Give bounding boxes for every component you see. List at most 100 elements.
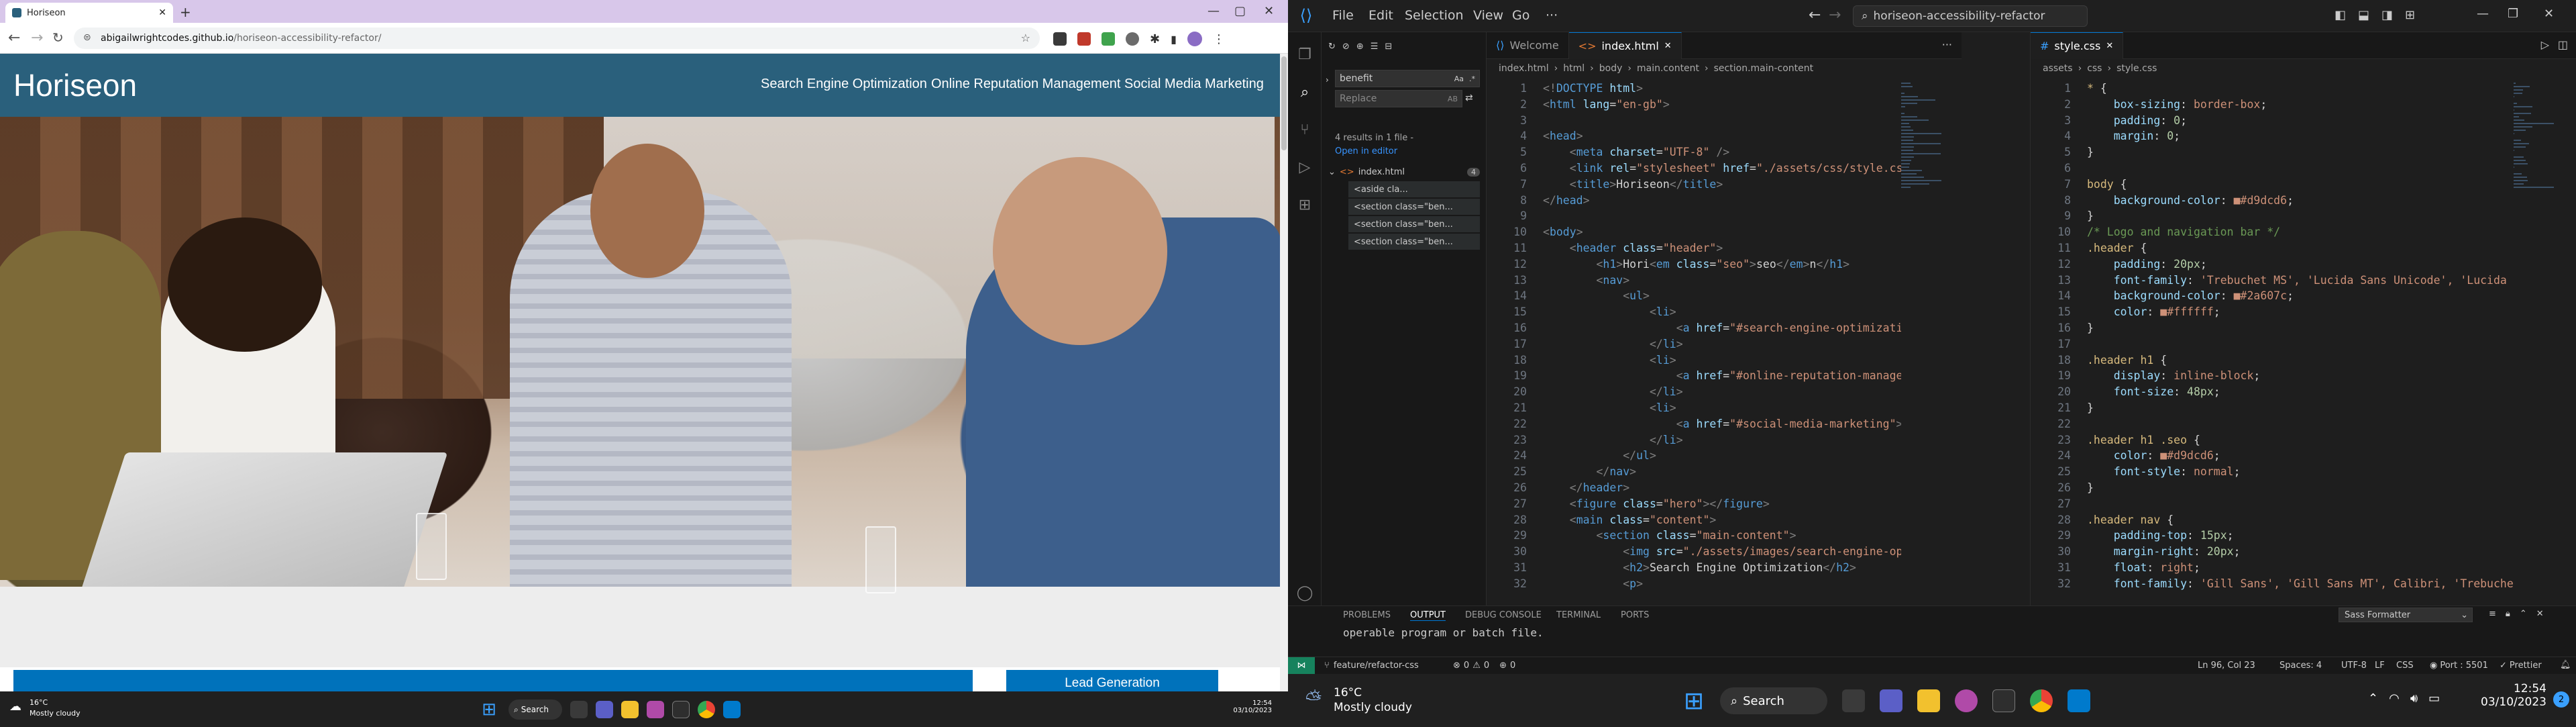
toggle-sidebar-icon[interactable]: ◧ [2334, 8, 2346, 22]
code-line[interactable]: 13 font-family: 'Trebuchet MS', 'Lucida … [2031, 273, 2514, 289]
code-line[interactable]: 25 </nav> [1487, 464, 1902, 480]
code-line[interactable]: 17 [2031, 336, 2514, 352]
clock[interactable]: 12:54 03/10/2023 [2479, 682, 2546, 709]
view-as-tree-icon[interactable]: ☰ [1371, 42, 1379, 52]
code-line[interactable]: 26} [2031, 480, 2514, 496]
terminal-icon[interactable] [672, 701, 690, 718]
code-line[interactable]: 28 <main class="content"> [1487, 512, 1902, 528]
code-line[interactable]: 1 <!DOCTYPE html> [1487, 81, 1902, 97]
run-debug-icon[interactable]: ▷ [1295, 157, 1315, 177]
replace-all-icon[interactable]: ⇄ [1465, 93, 1473, 103]
encoding[interactable]: UTF-8 [2341, 661, 2367, 671]
windows-start-icon[interactable]: ⊞ [478, 698, 500, 721]
code-line[interactable]: 16 <a href="#search-engine-optimization"… [1487, 320, 1902, 336]
close-panel-icon[interactable]: ✕ [2536, 609, 2544, 619]
code-line[interactable]: 20 </li> [1487, 384, 1902, 400]
replace-input[interactable]: Replace AB [1335, 90, 1462, 107]
prettier-indicator[interactable]: ✓ Prettier [2500, 661, 2542, 671]
tab-welcome[interactable]: ⟨⟩ Welcome [1487, 32, 1569, 59]
forward-icon[interactable]: → [31, 30, 43, 46]
code-line[interactable]: 30 <img src="./assets/images/search-engi… [1487, 544, 1902, 560]
code-line[interactable]: 5 <meta charset="UTF-8" /> [1487, 144, 1902, 160]
code-line[interactable]: 20 font-size: 48px; [2031, 384, 2514, 400]
restore-icon[interactable]: ❐ [2508, 7, 2518, 21]
breadcrumb-item[interactable]: main.content [1637, 63, 1699, 74]
puzzle-icon[interactable]: ✱ [1150, 32, 1160, 46]
output-channel-select[interactable]: Sass Formatter ⌄ [2339, 608, 2473, 622]
refresh-icon[interactable]: ↻ [1328, 42, 1336, 52]
code-line[interactable]: 7 <title>Horiseon</title> [1487, 177, 1902, 193]
maximize-icon[interactable]: ▢ [1234, 4, 1246, 18]
code-line[interactable]: 18 <li> [1487, 352, 1902, 369]
code-line[interactable]: 5} [2031, 144, 2514, 160]
regex-icon[interactable]: .* [1469, 75, 1475, 83]
code-line[interactable]: 4 margin: 0; [2031, 128, 2514, 144]
code-line[interactable]: 9 [1487, 208, 1902, 224]
taskbar-search[interactable]: ⌕ Search [1720, 687, 1827, 714]
close-tab-icon[interactable]: ✕ [2106, 41, 2113, 51]
search-result-item[interactable]: <section class="ben... [1348, 199, 1480, 215]
close-icon[interactable]: ✕ [2544, 7, 2554, 21]
split-editor-icon[interactable]: ◫ [2558, 38, 2568, 51]
code-line[interactable]: 26 </header> [1487, 480, 1902, 496]
code-line[interactable]: 14 <ul> [1487, 288, 1902, 304]
code-line[interactable]: 6 [2031, 160, 2514, 177]
remote-icon[interactable]: ⋈ [1288, 657, 1315, 674]
source-control-icon[interactable]: ⑂ [1295, 119, 1315, 140]
code-line[interactable]: 6 <link rel="stylesheet" href="./assets/… [1487, 160, 1902, 177]
branch-indicator[interactable]: ⑂ feature/refactor-css [1324, 661, 1419, 671]
nav-back-icon[interactable]: ← [1809, 7, 1821, 23]
nav-forward-icon[interactable]: → [1829, 7, 1841, 23]
code-line[interactable]: 4 <head> [1487, 128, 1902, 144]
account-icon[interactable]: ◯ [1295, 583, 1315, 603]
vscode-icon[interactable] [723, 701, 741, 718]
code-line[interactable]: 13 <nav> [1487, 273, 1902, 289]
code-line[interactable]: 10 <body> [1487, 224, 1902, 240]
problems-indicator[interactable]: ⊗ 0 ⚠ 0 ⊕ 0 [1453, 661, 1515, 671]
extension-icon[interactable] [1053, 32, 1067, 46]
menu-edit[interactable]: Edit [1368, 8, 1393, 23]
code-editor-css[interactable]: 1 * {2 box-sizing: border-box; 3 padding: … [2031, 81, 2514, 604]
panel-tab-problems[interactable]: PROBLEMS [1343, 610, 1391, 620]
task-view-icon[interactable] [1842, 689, 1865, 712]
back-icon[interactable]: ← [8, 30, 20, 46]
code-line[interactable]: 11 .header { [2031, 240, 2514, 256]
close-window-icon[interactable]: ✕ [1264, 4, 1274, 18]
customize-layout-icon[interactable]: ⊞ [2405, 8, 2415, 22]
code-line[interactable]: 11 <header class="header"> [1487, 240, 1902, 256]
code-line[interactable]: 22 [2031, 416, 2514, 432]
code-line[interactable]: 23 </li> [1487, 432, 1902, 448]
file-explorer-icon[interactable] [621, 701, 639, 718]
open-in-editor-link[interactable]: Open in editor [1335, 146, 1397, 156]
search-result-item[interactable]: <section class="ben... [1348, 234, 1480, 250]
profile-avatar[interactable] [1187, 32, 1202, 46]
bookmark-star-icon[interactable]: ☆ [1021, 32, 1030, 44]
code-line[interactable]: 10 /* Logo and navigation bar */ [2031, 224, 2514, 240]
address-bar[interactable]: ⊜ abigailwrightcodes.github.io /horiseon… [74, 28, 1040, 49]
teams-icon[interactable] [596, 701, 613, 718]
code-editor-html[interactable]: 1 <!DOCTYPE html> 2 <html lang="en-gb"> 3 4 <h… [1487, 81, 1902, 604]
code-line[interactable]: 31 <h2>Search Engine Optimization</h2> [1487, 560, 1902, 576]
battery-icon[interactable]: ▭ [2428, 691, 2440, 706]
code-line[interactable]: 31 float: right; [2031, 560, 2514, 576]
code-line[interactable]: 29 padding-top: 15px; [2031, 528, 2514, 544]
code-line[interactable]: 8 background-color: ■#d9dcd6; [2031, 193, 2514, 209]
code-line[interactable]: 3 [1487, 113, 1902, 129]
lock-icon[interactable]: 🔒︎ [2506, 609, 2510, 619]
code-line[interactable]: 14 background-color: ■#2a607c; [2031, 288, 2514, 304]
breadcrumb-item[interactable]: section.main-content [1714, 63, 1814, 74]
extensions-icon[interactable]: ⊞ [1295, 195, 1315, 215]
minimize-icon[interactable]: — [2477, 7, 2489, 21]
clock[interactable]: 12:54 03/10/2023 [1232, 699, 1272, 714]
code-line[interactable]: 24 </ul> [1487, 448, 1902, 464]
result-file-row[interactable]: ⌄ <> index.html 4 [1328, 164, 1480, 180]
code-line[interactable]: 23 .header h1 .seo { [2031, 432, 2514, 448]
volume-icon[interactable]: 🔊︎ [2410, 691, 2418, 706]
menu-file[interactable]: File [1332, 8, 1354, 23]
code-line[interactable]: 9} [2031, 208, 2514, 224]
menu-go[interactable]: Go [1512, 8, 1529, 23]
browser-menu-icon[interactable]: ⋮ [1213, 32, 1225, 46]
collapse-all-icon[interactable]: ⊟ [1385, 42, 1392, 52]
code-line[interactable]: 22 <a href="#social-media-marketing">Soc… [1487, 416, 1902, 432]
nav-link-social[interactable]: Social Media Marketing [1124, 77, 1264, 92]
